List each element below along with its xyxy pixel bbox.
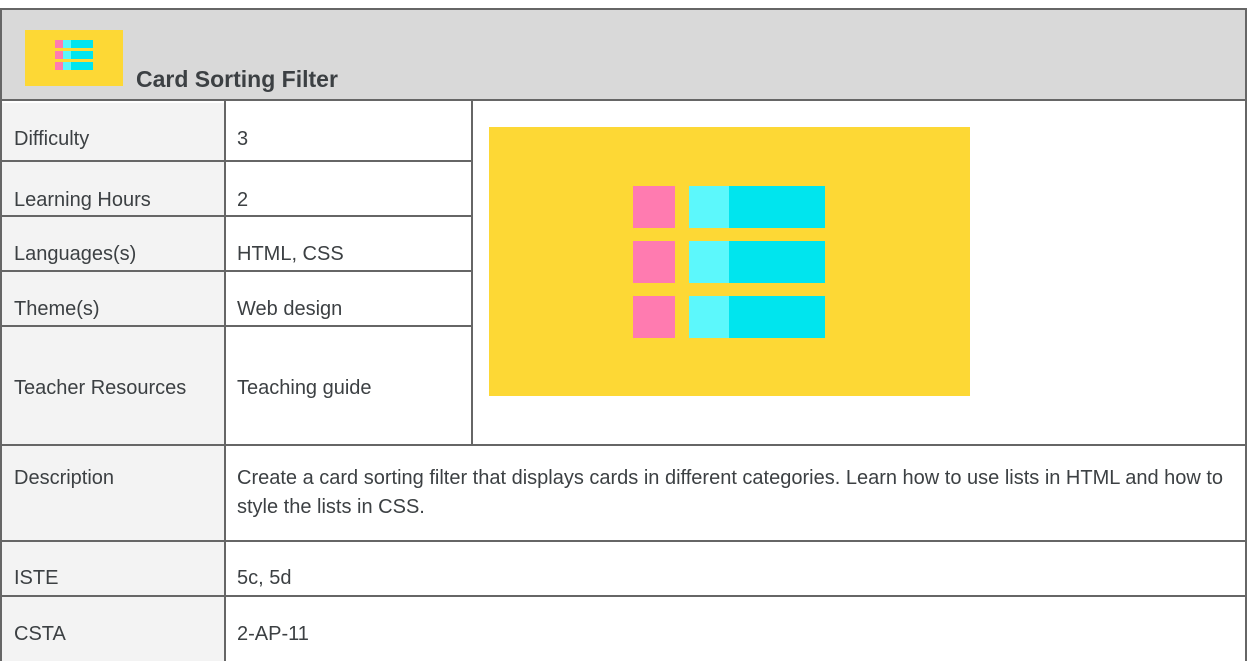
table-border-right bbox=[1245, 8, 1247, 661]
teacher-resources-label: Teacher Resources bbox=[14, 377, 187, 399]
cyan-light-block bbox=[689, 241, 730, 283]
teacher-resources-value[interactable]: Teaching guide bbox=[237, 374, 372, 403]
learning-hours-value: 2 bbox=[237, 189, 249, 211]
cyan-light-block bbox=[689, 186, 730, 228]
row-divider bbox=[0, 325, 473, 327]
pink-square bbox=[633, 186, 675, 228]
learning-hours-label: Learning Hours bbox=[14, 189, 151, 211]
card-list-icon-graphic bbox=[55, 40, 93, 70]
pink-square bbox=[633, 296, 675, 338]
row-divider bbox=[0, 540, 1247, 542]
column-divider bbox=[224, 101, 226, 661]
row-divider bbox=[0, 444, 1247, 446]
themes-value: Web design bbox=[237, 298, 343, 320]
lesson-preview-image bbox=[489, 127, 970, 396]
row-divider bbox=[0, 160, 473, 162]
cyan-bar bbox=[729, 186, 825, 228]
description-label: Description bbox=[14, 467, 115, 489]
description-value: Create a card sorting filter that displa… bbox=[237, 467, 1224, 518]
table-border-left bbox=[0, 101, 2, 661]
languages-value: HTML, CSS bbox=[237, 243, 344, 265]
pink-square bbox=[633, 241, 675, 283]
themes-label: Theme(s) bbox=[14, 298, 100, 320]
iste-value: 5c, 5d bbox=[237, 567, 292, 589]
row-divider bbox=[0, 270, 473, 272]
iste-label: ISTE bbox=[14, 567, 59, 589]
label-cell-description bbox=[2, 446, 224, 540]
languages-label: Languages(s) bbox=[14, 243, 137, 265]
page-title: Card Sorting Filter bbox=[136, 66, 338, 92]
row-divider bbox=[0, 215, 473, 217]
card-list-icon bbox=[25, 30, 123, 86]
title-header: Card Sorting Filter bbox=[0, 8, 1247, 101]
row-divider bbox=[0, 595, 1247, 597]
image-column-divider bbox=[471, 101, 473, 446]
difficulty-value: 3 bbox=[237, 128, 249, 150]
csta-value: 2-AP-11 bbox=[237, 623, 309, 645]
lesson-info-table: Card Sorting Filter Difficulty 3 Learnin… bbox=[0, 0, 1248, 661]
cyan-bar bbox=[729, 296, 825, 338]
cyan-light-block bbox=[689, 296, 730, 338]
difficulty-label: Difficulty bbox=[14, 128, 90, 150]
csta-label: CSTA bbox=[14, 623, 66, 645]
cyan-bar bbox=[729, 241, 825, 283]
